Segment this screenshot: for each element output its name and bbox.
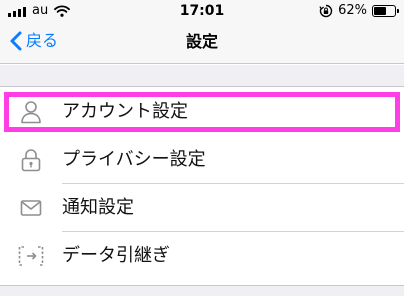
rotation-lock-icon — [319, 4, 333, 18]
settings-item-label: プライバシー設定 — [62, 149, 206, 170]
page-title: 設定 — [185, 32, 218, 51]
section-spacer — [0, 65, 404, 87]
status-right: 62% — [319, 3, 399, 18]
settings-item-label: アカウント設定 — [62, 101, 188, 122]
data-transfer-icon — [18, 246, 44, 266]
lock-icon — [21, 149, 41, 172]
settings-item-notifications[interactable]: 通知設定 — [0, 184, 404, 232]
settings-item-privacy[interactable]: プライバシー設定 — [0, 136, 404, 184]
battery-icon — [372, 5, 399, 17]
navigation-bar: 戻る 設定 — [0, 22, 404, 64]
settings-list: アカウント設定 プライバシー設定 通知設定 データ引継ぎ — [0, 88, 404, 280]
settings-item-label: 通知設定 — [62, 197, 134, 218]
person-icon — [21, 101, 41, 124]
settings-item-account[interactable]: アカウント設定 — [0, 88, 404, 136]
battery-percent: 62% — [338, 3, 367, 18]
settings-item-data-transfer[interactable]: データ引継ぎ — [0, 232, 404, 280]
envelope-icon — [20, 200, 42, 216]
section-spacer-bottom — [0, 285, 404, 296]
settings-item-label: データ引継ぎ — [62, 245, 170, 266]
battery-level-fill — [374, 7, 387, 15]
status-bar: au 17:01 62% — [0, 0, 404, 22]
